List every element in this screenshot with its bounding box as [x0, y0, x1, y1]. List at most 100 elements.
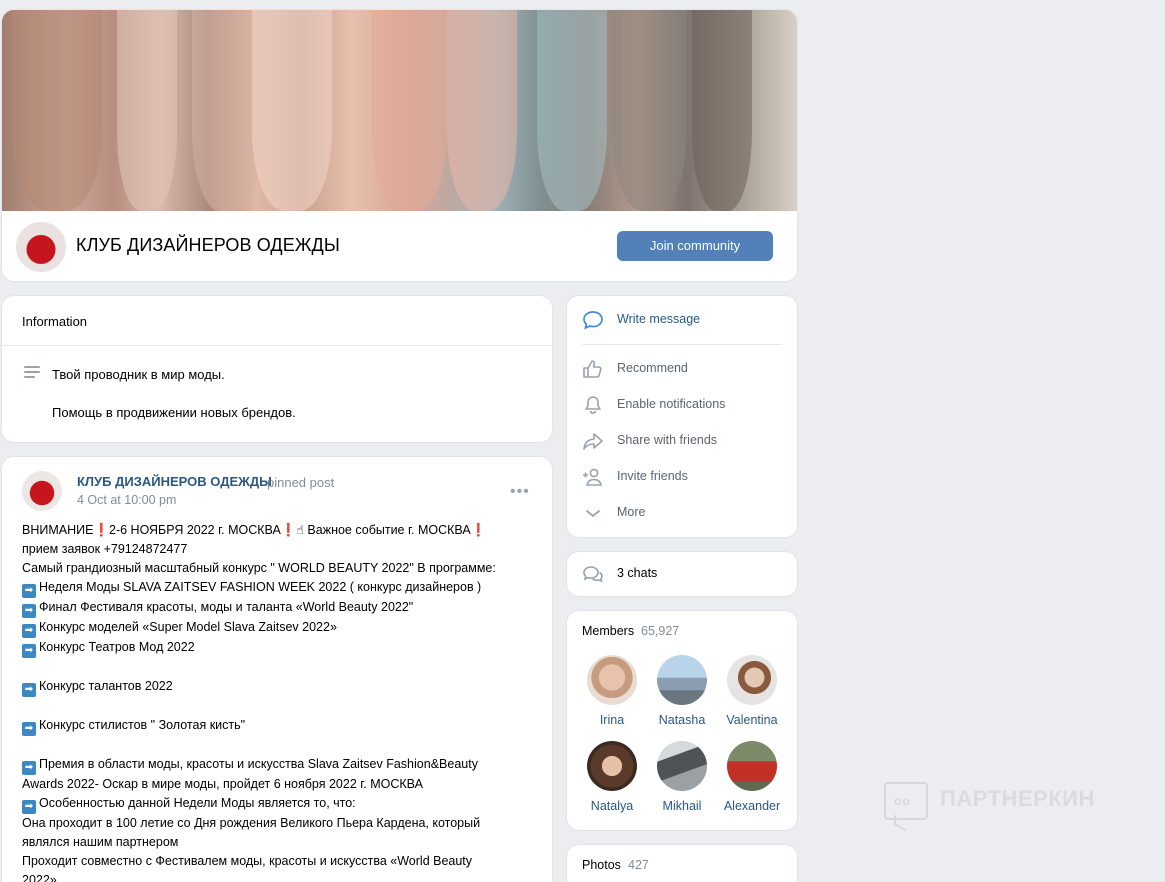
watermark-eyes: oo — [894, 794, 911, 808]
post-line: Конкурс талантов 2022 — [39, 679, 173, 693]
community-actions: Write message Recommend Enable notificat… — [567, 296, 797, 537]
member-item[interactable]: Alexander — [717, 741, 787, 813]
arrow-right-icon: ➡ — [22, 800, 36, 814]
recommend-label: Recommend — [617, 361, 688, 375]
cover-dress-shape — [252, 10, 332, 211]
cover-dress-shape — [117, 10, 177, 211]
post-line: ВНИМАНИЕ❗2-6 НОЯБРЯ 2022 г. МОСКВА❗☝ Важ… — [22, 523, 487, 537]
more-label: More — [617, 505, 646, 519]
arrow-right-icon: ➡ — [22, 683, 36, 697]
thumbs-up-icon — [583, 360, 602, 378]
arrow-right-icon: ➡ — [22, 644, 36, 658]
group-title: КЛУБ ДИЗАЙНЕРОВ ОДЕЖДЫ — [76, 235, 340, 255]
arrow-right-icon: ➡ — [22, 624, 36, 638]
cover-dress-shape — [692, 10, 752, 211]
member-item[interactable]: Valentina — [717, 655, 787, 727]
information-card: Information Твой проводник в мир моды. П… — [2, 296, 552, 442]
join-community-button[interactable]: Join community — [617, 231, 773, 261]
enable-notifications-button[interactable]: Enable notifications — [582, 393, 782, 417]
information-heading: Information — [22, 314, 88, 329]
post-author-link[interactable]: КЛУБ ДИЗАЙНЕРОВ ОДЕЖДЫ — [77, 474, 272, 489]
post-text: ВНИМАНИЕ❗2-6 НОЯБРЯ 2022 г. МОСКВА❗☝ Важ… — [22, 521, 537, 882]
member-name: Natalya — [590, 799, 634, 813]
photos-title[interactable]: Photos — [582, 858, 621, 872]
invite-friends-label: Invite friends — [617, 469, 688, 483]
photos-block: Photos 427 — [567, 845, 797, 882]
cover-dress-shape — [372, 10, 447, 211]
enable-notifications-label: Enable notifications — [617, 397, 726, 411]
avatar — [587, 741, 637, 791]
members-count: 65,927 — [641, 624, 680, 638]
invite-friends-button[interactable]: Invite friends — [582, 465, 782, 489]
member-item[interactable]: Irina — [577, 655, 647, 727]
write-message-button[interactable]: Write message — [582, 308, 782, 332]
member-item[interactable]: Mikhail — [647, 741, 717, 813]
watermark-logo: oo ПАРТНЕРКИН — [884, 780, 1124, 832]
member-name: Valentina — [726, 713, 778, 727]
post-line: Конкурс стилистов " Золотая кисть" — [39, 718, 246, 732]
post-line: Самый грандиозный масштабный конкурс " W… — [22, 561, 496, 575]
message-icon — [583, 311, 603, 330]
add-user-icon — [583, 468, 602, 486]
member-item[interactable]: Natalya — [577, 741, 647, 813]
description-line: Твой проводник в мир моды. — [52, 367, 225, 382]
member-name: Mikhail — [662, 799, 702, 813]
divider — [2, 345, 552, 346]
post-line: Awards 2022- Оскар в мире моды, пройдет … — [22, 777, 423, 791]
member-name: Alexander — [723, 799, 781, 813]
post-menu-icon[interactable]: ••• — [510, 483, 530, 501]
community-header: КЛУБ ДИЗАЙНЕРОВ ОДЕЖДЫ Join community — [2, 10, 797, 281]
share-with-friends-label: Share with friends — [617, 433, 718, 447]
post-line: Неделя Моды SLAVA ZAITSEV FASHION WEEK 2… — [39, 580, 482, 594]
cover-dress-shape — [537, 10, 607, 211]
chats-label: 3 chats — [617, 566, 658, 580]
post-date[interactable]: 4 Oct at 10:00 pm — [77, 493, 176, 507]
pinned-post: КЛУБ ДИЗАЙНЕРОВ ОДЕЖДЫ pinned post 4 Oct… — [2, 457, 552, 882]
member-name: Irina — [599, 713, 625, 727]
avatar — [657, 741, 707, 791]
avatar — [727, 655, 777, 705]
post-line: Она проходит в 100 летие со Дня рождения… — [22, 816, 481, 830]
chats-icon — [583, 566, 603, 583]
chats-link[interactable]: 3 chats — [567, 552, 797, 596]
write-message-label: Write message — [617, 312, 701, 326]
cover-dress-shape — [447, 10, 517, 211]
share-arrow-icon — [583, 433, 603, 450]
post-line: прием заявок +79124872477 — [22, 542, 188, 556]
post-line: Конкурс моделей «Super Model Slava Zaits… — [39, 620, 337, 634]
cover-dress-shape — [12, 10, 102, 211]
members-title[interactable]: Members — [582, 624, 634, 638]
post-line: являлся нашим партнером — [22, 835, 179, 849]
post-line: Финал Фестиваля красоты, моды и таланта … — [39, 600, 414, 614]
post-blank-line — [22, 658, 537, 677]
cover-image — [2, 10, 797, 211]
divider — [582, 344, 782, 345]
arrow-right-icon: ➡ — [22, 761, 36, 775]
member-name: Natasha — [658, 713, 706, 727]
post-blank-line — [22, 736, 537, 755]
post-line: Конкурс Театров Мод 2022 — [39, 640, 195, 654]
avatar — [657, 655, 707, 705]
recommend-button[interactable]: Recommend — [582, 357, 782, 381]
avatar — [587, 655, 637, 705]
member-item[interactable]: Natasha — [647, 655, 717, 727]
avatar — [727, 741, 777, 791]
description-line: Помощь в продвижении новых брендов. — [52, 405, 296, 420]
post-line: Премия в области моды, красоты и искусст… — [39, 757, 478, 771]
chevron-down-icon — [586, 510, 600, 518]
watermark-text: ПАРТНЕРКИН — [940, 786, 1095, 811]
arrow-right-icon: ➡ — [22, 584, 36, 598]
post-line: Особенностью данной Недели Моды является… — [39, 796, 356, 810]
pinned-label: pinned post — [267, 475, 335, 490]
arrow-right-icon: ➡ — [22, 722, 36, 736]
cover-dress-shape — [612, 10, 687, 211]
post-author-avatar[interactable] — [22, 471, 62, 511]
members-block: Members 65,927 Irina Natasha Valentina N… — [567, 611, 797, 830]
bell-icon — [585, 396, 601, 414]
photos-count: 427 — [628, 858, 649, 872]
group-avatar[interactable] — [16, 222, 66, 272]
post-line: 2022» — [22, 873, 57, 882]
more-button[interactable]: More — [582, 501, 782, 525]
description-icon — [24, 366, 40, 380]
share-with-friends-button[interactable]: Share with friends — [582, 429, 782, 453]
